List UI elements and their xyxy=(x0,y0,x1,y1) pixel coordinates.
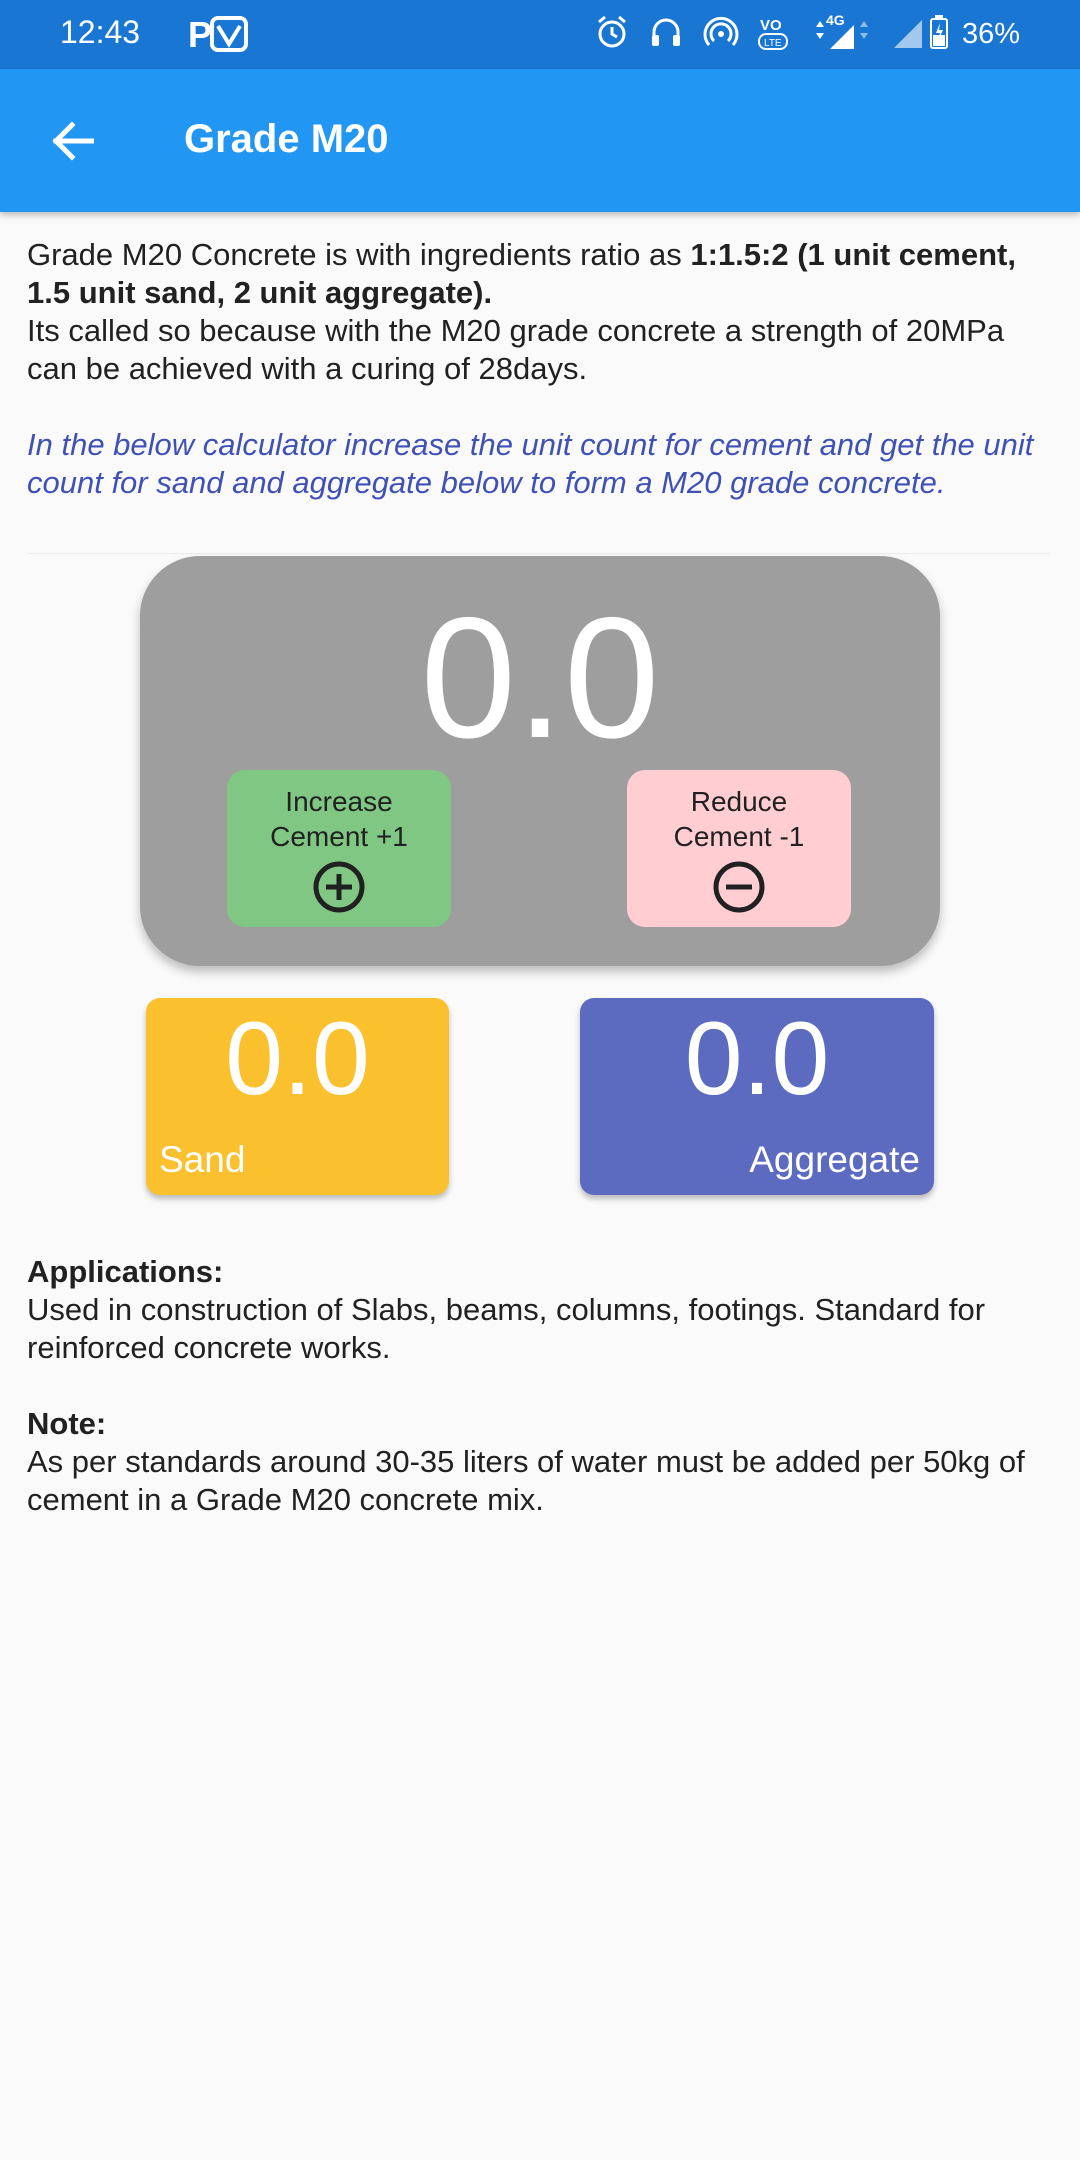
app-notification-icon: P xyxy=(188,14,252,59)
calculator-hint: In the below calculator increase the uni… xyxy=(27,427,1034,500)
cement-value: 0.0 xyxy=(420,582,660,774)
battery-percent: 36% xyxy=(961,17,1020,50)
minus-circle-icon xyxy=(713,861,765,913)
status-time: 12:43 xyxy=(60,14,141,50)
svg-text:VO: VO xyxy=(760,17,782,34)
network-type: 4G xyxy=(826,13,845,28)
divider xyxy=(27,553,1050,554)
sand-card: 0.0 Sand xyxy=(146,998,449,1195)
plus-circle-icon xyxy=(313,861,365,913)
reduce-cement-label: Reduce Cement -1 xyxy=(673,786,805,852)
svg-text:LTE: LTE xyxy=(764,38,782,49)
cement-calculator-card: 0.0 Increase Cement +1 Reduce Cement -1 xyxy=(140,556,940,966)
svg-text:P: P xyxy=(188,14,212,54)
status-bar: 12:43 P VO LTE 4G 36% xyxy=(0,0,1080,69)
aggregate-value: 0.0 xyxy=(684,1001,830,1117)
volte-icon: VO LTE xyxy=(757,12,796,57)
status-icons: VO LTE 4G 36% xyxy=(576,12,1080,57)
sand-value: 0.0 xyxy=(225,1001,370,1117)
headphones-icon xyxy=(648,14,684,55)
applications-heading: Applications: xyxy=(27,1254,224,1289)
intro-description: Grade M20 Concrete is with ingredients r… xyxy=(27,236,1057,388)
hotspot-icon xyxy=(702,14,740,55)
intro-text: Grade M20 Concrete is with ingredients r… xyxy=(27,237,691,272)
signal-4g-icon: 4G xyxy=(814,12,874,56)
intro-strength-text: Its called so because with the M20 grade… xyxy=(27,313,1005,386)
battery-icon xyxy=(929,14,948,54)
applications-section: Applications: Used in construction of Sl… xyxy=(27,1253,1067,1367)
note-text: As per standards around 30-35 liters of … xyxy=(27,1444,1025,1517)
aggregate-label: Aggregate xyxy=(749,1139,920,1180)
note-section: Note: As per standards around 30-35 lite… xyxy=(27,1405,1067,1519)
increase-cement-button[interactable]: Increase Cement +1 xyxy=(227,770,451,927)
aggregate-card: 0.0 Aggregate xyxy=(580,998,934,1195)
increase-cement-label: Increase Cement +1 xyxy=(270,786,408,852)
app-bar: Grade M20 xyxy=(0,69,1080,212)
page-title: Grade M20 xyxy=(184,117,389,161)
applications-text: Used in construction of Slabs, beams, co… xyxy=(27,1292,986,1365)
sand-label: Sand xyxy=(159,1139,246,1180)
note-heading: Note: xyxy=(27,1406,107,1441)
alarm-icon xyxy=(594,14,630,55)
back-button[interactable] xyxy=(36,109,108,173)
signal-icon xyxy=(892,14,924,55)
reduce-cement-button[interactable]: Reduce Cement -1 xyxy=(627,770,851,927)
back-arrow-icon xyxy=(52,121,94,161)
